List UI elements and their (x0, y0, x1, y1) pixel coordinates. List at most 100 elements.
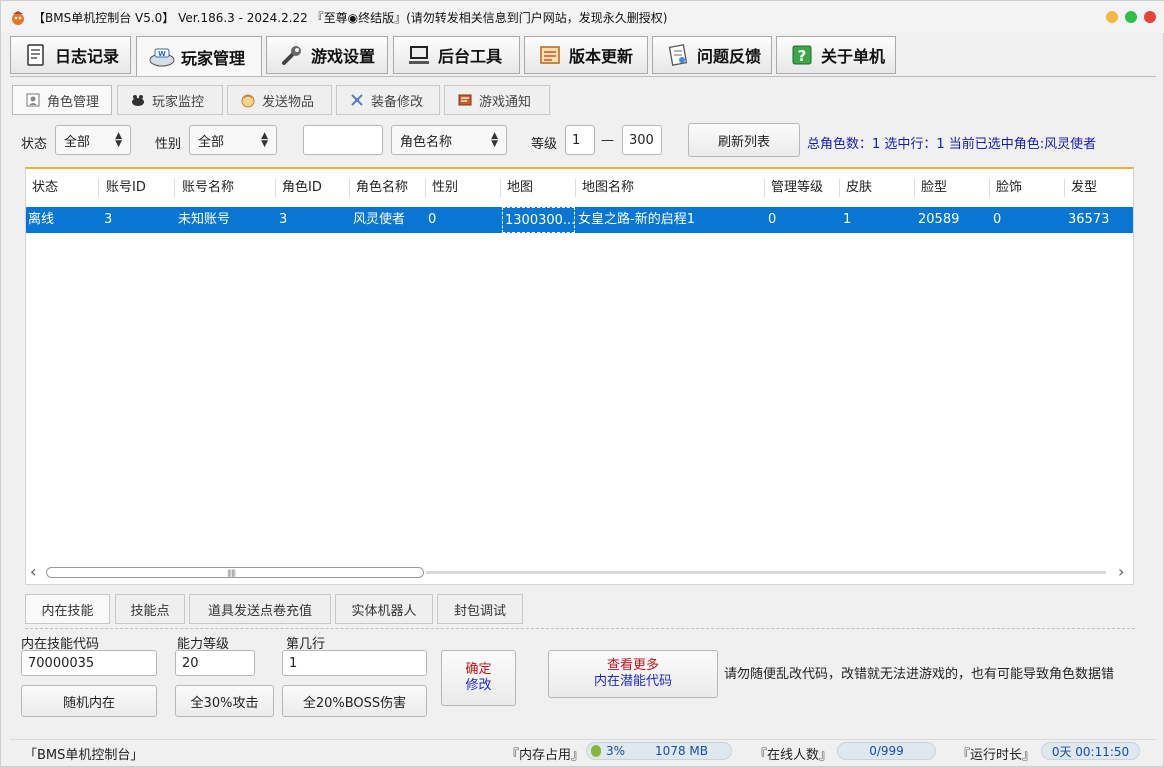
app-logo-icon (12, 11, 24, 25)
column-header[interactable]: 性别 (426, 173, 458, 203)
subtab-game-notice[interactable]: 游戏通知 (444, 85, 550, 115)
table-cell[interactable]: 3 (277, 207, 347, 233)
spinner-arrows-icon: ▲ ▼ (491, 131, 498, 149)
table-cell[interactable]: 1 (841, 207, 913, 233)
memory-value: 1078 MB (655, 744, 708, 758)
table-cell[interactable]: 风灵使者 (351, 207, 423, 233)
table-cell[interactable]: 未知账号 (176, 207, 272, 233)
all-attack-label: 全30%攻击 (190, 695, 259, 711)
tab-inner-skill[interactable]: 内在技能 (25, 594, 110, 624)
table-cell[interactable]: 3 (102, 207, 174, 233)
grip-icon: |||||| (227, 569, 236, 577)
column-header[interactable]: 皮肤 (840, 173, 872, 203)
status-filter-label: 状态 (21, 137, 48, 152)
tab-packet-debug-label: 封包调试 (453, 603, 506, 619)
main-tab-divider (10, 76, 1156, 77)
tab-backend-tools[interactable]: 后台工具 (393, 36, 520, 74)
tab-robots[interactable]: 实体机器人 (335, 594, 433, 624)
all-boss-damage-button[interactable]: 全20%BOSS伤害 (282, 685, 427, 717)
ability-level-input[interactable]: 20 (175, 650, 255, 676)
table-cell[interactable]: 离线 (26, 207, 98, 233)
tab-item-send-recharge[interactable]: 道具发送点卷充值 (189, 594, 331, 624)
all-boss-damage-label: 全20%BOSS伤害 (302, 695, 407, 711)
table-cell[interactable]: 0 (766, 207, 838, 233)
random-inner-label: 随机内在 (62, 695, 115, 711)
level-max-value: 300 (629, 132, 654, 148)
column-header[interactable]: 地图 (501, 173, 533, 203)
tab-player-management[interactable]: W 玩家管理 (136, 36, 262, 77)
subtab-send-items[interactable]: 发送物品 (227, 85, 332, 115)
column-header[interactable]: 管理等级 (765, 173, 823, 203)
subtab-player-monitor[interactable]: 玩家监控 (117, 85, 223, 115)
tab-packet-debug[interactable]: 封包调试 (437, 594, 523, 624)
help-icon: ? (789, 42, 815, 68)
online-count-value: 0/999 (869, 744, 904, 758)
search-type-select[interactable]: 角色名称 ▲ ▼ (391, 125, 507, 155)
search-input[interactable] (303, 125, 383, 155)
subtab-character-management[interactable]: 角色管理 (12, 85, 112, 115)
column-header[interactable]: 地图名称 (576, 173, 634, 203)
bottom-divider (25, 628, 1135, 629)
gender-filter-select[interactable]: 全部 ▲ ▼ (189, 125, 277, 155)
column-header[interactable]: 发型 (1065, 173, 1097, 203)
column-header[interactable]: 账号名称 (176, 173, 234, 203)
monitor-icon (132, 95, 144, 106)
all-attack-button[interactable]: 全30%攻击 (175, 685, 274, 717)
gift-icon (241, 94, 255, 108)
scroll-right-icon[interactable]: › (1118, 562, 1124, 581)
level-min-input[interactable]: 1 (565, 125, 595, 155)
tab-game-settings[interactable]: 游戏设置 (266, 36, 388, 74)
subtab-equipment-edit[interactable]: 装备修改 (336, 85, 440, 115)
scrollbar-thumb[interactable]: |||||| (46, 567, 424, 578)
skill-code-input[interactable]: 70000035 (21, 650, 157, 676)
table-row[interactable]: 离线 3 未知账号 3 风灵使者 0 1300300... 女皇之路-新的启程1… (26, 207, 1133, 233)
character-icon (26, 93, 40, 107)
refresh-list-label: 刷新列表 (717, 134, 770, 150)
level-min-value: 1 (572, 132, 581, 148)
table-cell[interactable]: 女皇之路-新的启程1 (576, 207, 762, 233)
table-cell[interactable]: 36573 (1066, 207, 1132, 233)
column-header[interactable]: 脸饰 (990, 173, 1022, 203)
title-bar: 【BMS单机控制台 V5.0】 Ver.186.3 - 2024.2.22 『至… (1, 1, 1164, 33)
horizontal-scrollbar[interactable]: ‹ |||||| › (26, 562, 1133, 583)
refresh-list-button[interactable]: 刷新列表 (688, 123, 800, 157)
table-cell-focused[interactable]: 1300300... (502, 207, 575, 233)
tab-game-settings-label: 游戏设置 (311, 47, 376, 66)
close-button[interactable] (1144, 11, 1156, 23)
character-grid[interactable]: 状态 账号ID 账号名称 角色ID 角色名称 性别 地图 地图名称 管理等级 皮… (25, 167, 1134, 585)
column-header[interactable]: 状态 (26, 173, 58, 203)
column-header[interactable]: 脸型 (915, 173, 947, 203)
table-cell[interactable]: 0 (426, 207, 498, 233)
column-divider (98, 179, 99, 197)
random-inner-button[interactable]: 随机内在 (21, 685, 157, 717)
tab-version-update[interactable]: 版本更新 (524, 36, 648, 74)
spinner-arrows-icon: ▲ ▼ (261, 131, 268, 149)
row-number-input[interactable]: 1 (282, 650, 427, 676)
app-name-label: 「BMS单机控制台」 (24, 748, 144, 763)
search-type-value: 角色名称 (400, 134, 453, 150)
table-cell[interactable]: 20589 (916, 207, 988, 233)
column-header[interactable]: 角色名称 (350, 173, 408, 203)
memory-percent: 3% (606, 744, 626, 758)
confirm-modify-button[interactable]: 确定 修改 (441, 650, 516, 706)
status-filter-select[interactable]: 全部 ▲ ▼ (55, 125, 131, 155)
app-window: 【BMS单机控制台 V5.0】 Ver.186.3 - 2024.2.22 『至… (0, 0, 1164, 767)
view-more-codes-button[interactable]: 查看更多 内在潜能代码 (548, 650, 718, 698)
online-count: 0/999 (837, 742, 936, 760)
tab-version-update-label: 版本更新 (569, 47, 634, 66)
level-max-input[interactable]: 300 (622, 125, 662, 155)
tab-log[interactable]: 日志记录 (10, 36, 131, 74)
column-header[interactable]: 账号ID (100, 173, 146, 203)
column-header[interactable]: 角色ID (276, 173, 322, 203)
scroll-left-icon[interactable]: ‹ (30, 562, 36, 581)
uptime-value: 0天 00:11:50 (1051, 744, 1130, 759)
minimize-button[interactable] (1106, 11, 1118, 23)
scrollbar-track[interactable] (426, 571, 1106, 574)
tab-about[interactable]: ? 关于单机 (776, 36, 896, 74)
table-cell[interactable]: 0 (991, 207, 1063, 233)
tab-about-label: 关于单机 (821, 47, 886, 66)
tab-skill-points[interactable]: 技能点 (115, 594, 185, 624)
spinner-arrows-icon: ▲ ▼ (115, 131, 122, 149)
maximize-button[interactable] (1125, 11, 1137, 23)
tab-feedback[interactable]: 问题反馈 (652, 36, 772, 74)
